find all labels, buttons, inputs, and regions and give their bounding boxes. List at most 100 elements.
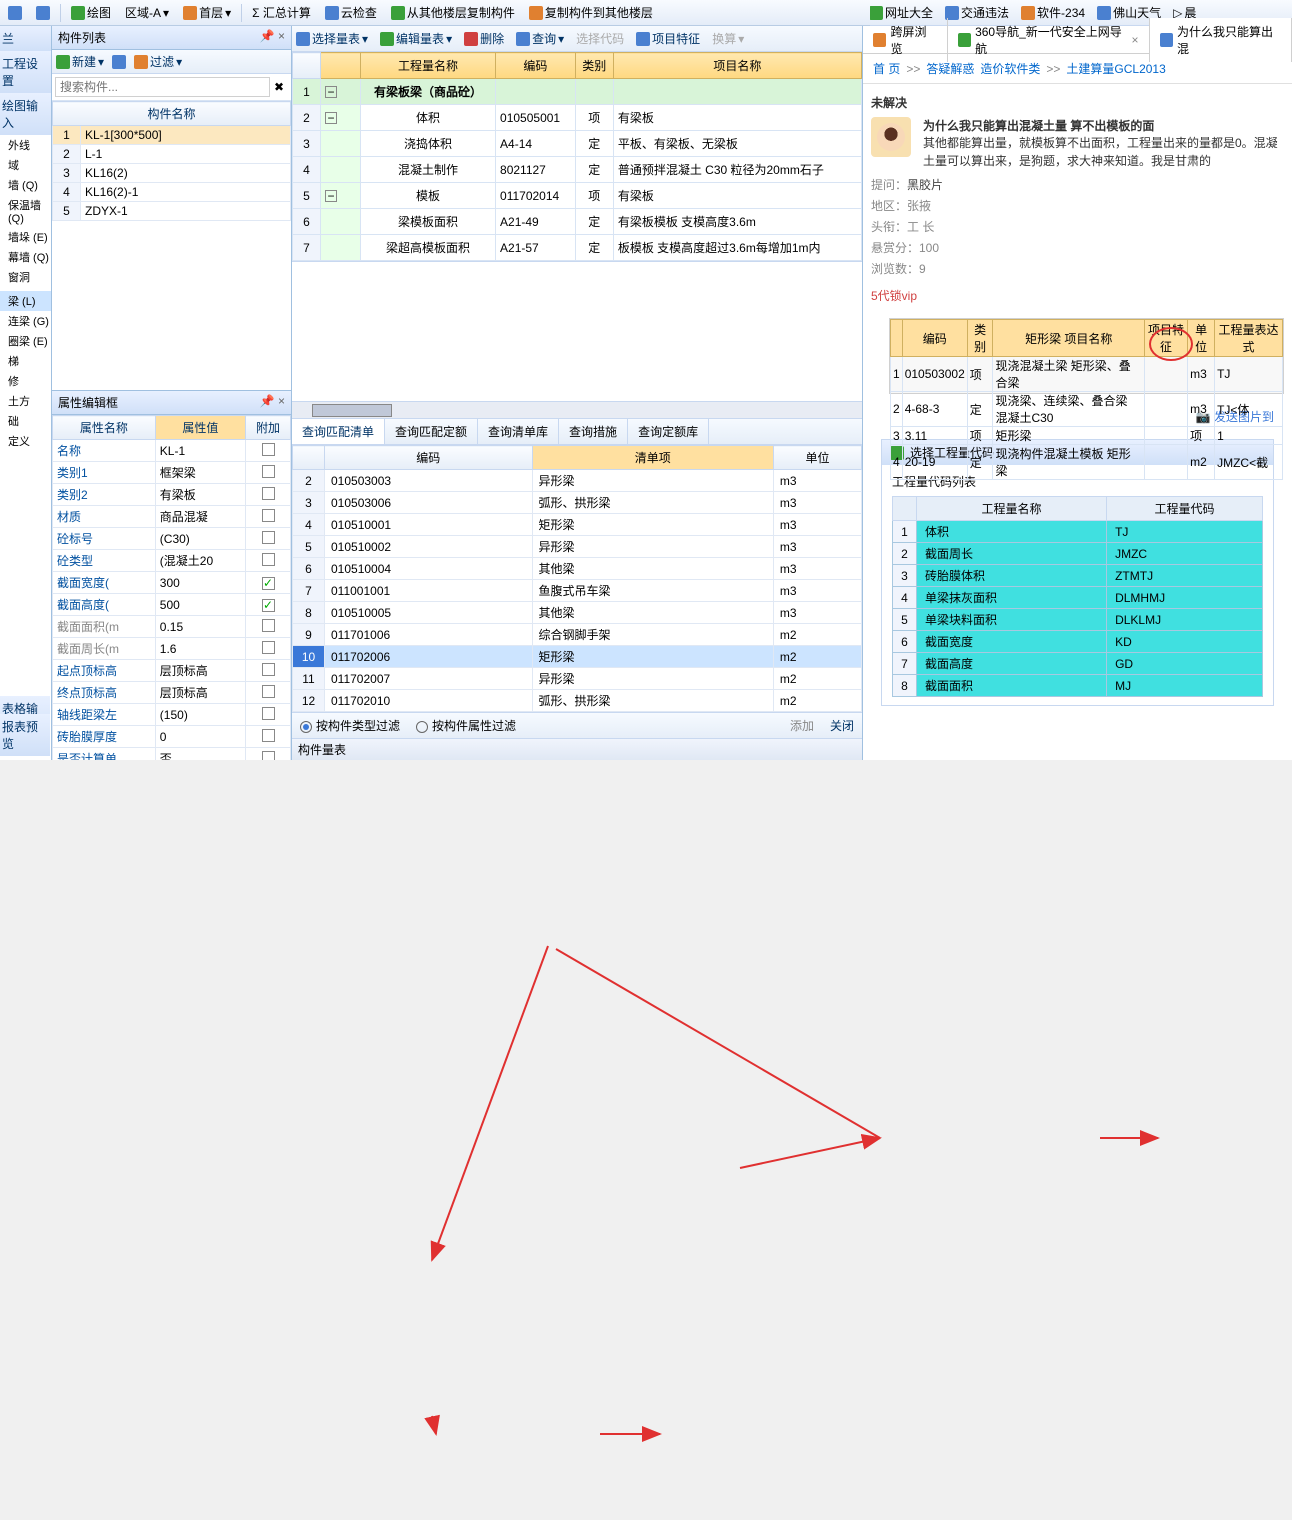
prop-value[interactable]: 0.15 (155, 616, 245, 638)
code-name[interactable]: 单梁块料面积 (917, 609, 1107, 631)
prop-value[interactable]: 框架梁 (155, 462, 245, 484)
prop-checkbox[interactable] (262, 577, 275, 590)
query-button[interactable]: 查询 ▾ (516, 30, 564, 47)
code-value[interactable]: JMZC (1107, 543, 1263, 565)
close-link[interactable]: 关闭 (830, 717, 854, 734)
collapse-icon[interactable]: − (325, 112, 337, 124)
code-value[interactable]: TJ (1107, 521, 1263, 543)
qty-code[interactable]: A4-14 (496, 131, 576, 157)
crumb-qa[interactable]: 答疑解惑 (926, 60, 974, 77)
qty-code[interactable]: 011702014 (496, 183, 576, 209)
tree-item[interactable]: 保温墙 (Q) (0, 195, 51, 227)
prop-checkbox[interactable] (262, 619, 275, 632)
qty-name[interactable]: 浇捣体积 (361, 131, 496, 157)
redo-button[interactable] (32, 4, 54, 22)
code-value[interactable]: ZTMTJ (1107, 565, 1263, 587)
delete-button[interactable]: 删除 (464, 30, 504, 47)
tab-quota-lib[interactable]: 查询定额库 (628, 419, 709, 444)
qty-name[interactable]: 梁模板面积 (361, 209, 496, 235)
pin-icon[interactable]: 📌 (260, 394, 275, 408)
add-link[interactable]: 添加 (790, 717, 814, 734)
code-name[interactable]: 截面宽度 (917, 631, 1107, 653)
filter-button[interactable]: 过滤 ▾ (134, 53, 182, 70)
status-tab[interactable]: 构件量表 (292, 738, 862, 760)
prop-checkbox[interactable] (262, 599, 275, 612)
code-name[interactable]: 砖胎膜体积 (917, 565, 1107, 587)
horizontal-scrollbar[interactable] (292, 401, 862, 418)
proj-feature-button[interactable]: 项目特征 (636, 30, 700, 47)
list-code[interactable]: 010510001 (325, 514, 533, 536)
copy-component-button[interactable] (112, 53, 126, 70)
prop-value[interactable]: (150) (155, 704, 245, 726)
sum-calc-button[interactable]: Σ 汇总计算 (248, 2, 315, 23)
qty-name[interactable]: 梁超高模板面积 (361, 235, 496, 261)
component-row[interactable]: L-1 (81, 145, 291, 164)
prop-value[interactable]: 层顶标高 (155, 660, 245, 682)
list-code[interactable]: 010503003 (325, 470, 533, 492)
prop-value[interactable]: 商品混凝 (155, 506, 245, 528)
tree-item[interactable]: 外线 (0, 135, 51, 155)
filter-by-type[interactable]: 按构件类型过滤 (300, 717, 400, 734)
tree-section-project[interactable]: 工程设置 (0, 51, 51, 93)
list-item[interactable]: 异形梁 (532, 536, 773, 558)
select-qty-button[interactable]: 选择量表 ▾ (296, 30, 368, 47)
prop-checkbox[interactable] (262, 553, 275, 566)
vip-link[interactable]: 5代锁vip (871, 283, 1284, 308)
close-icon[interactable]: × (278, 29, 285, 43)
tree-item[interactable]: 幕墙 (Q) (0, 247, 51, 267)
component-row[interactable]: ZDYX-1 (81, 202, 291, 221)
tree-item[interactable]: 土方 (0, 391, 51, 411)
tree-item[interactable]: 圈梁 (E) (0, 331, 51, 351)
list-item[interactable]: 矩形梁 (532, 646, 773, 668)
prop-value[interactable]: 300 (155, 572, 245, 594)
list-code[interactable]: 011702006 (325, 646, 533, 668)
prop-value[interactable]: (C30) (155, 528, 245, 550)
tree-item[interactable]: 域 (0, 155, 51, 175)
list-item[interactable]: 综合钢脚手架 (532, 624, 773, 646)
list-item[interactable]: 弧形、拱形梁 (532, 492, 773, 514)
qty-code[interactable]: A21-49 (496, 209, 576, 235)
list-code[interactable]: 010510002 (325, 536, 533, 558)
prop-value[interactable]: 有梁板 (155, 484, 245, 506)
floor-selector[interactable]: 首层 ▾ (179, 2, 235, 23)
tree-item[interactable]: 修 (0, 371, 51, 391)
zone-selector[interactable]: 区域-A ▾ (121, 2, 173, 23)
code-name[interactable]: 截面高度 (917, 653, 1107, 675)
prop-checkbox[interactable] (262, 685, 275, 698)
list-code[interactable]: 010503006 (325, 492, 533, 514)
prop-checkbox[interactable] (262, 707, 275, 720)
qty-name[interactable]: 体积 (361, 105, 496, 131)
prop-value[interactable]: KL-1 (155, 440, 245, 462)
component-row[interactable]: KL-1[300*500] (81, 126, 291, 145)
prop-value[interactable]: 否 (155, 748, 245, 761)
code-value[interactable]: DLKLMJ (1107, 609, 1263, 631)
close-icon[interactable]: × (278, 394, 285, 408)
component-row[interactable]: KL16(2)-1 (81, 183, 291, 202)
copy-to-button[interactable]: 复制构件到其他楼层 (525, 2, 657, 23)
prop-value[interactable]: (混凝土20 (155, 550, 245, 572)
code-name[interactable]: 截面面积 (917, 675, 1107, 697)
code-value[interactable]: KD (1107, 631, 1263, 653)
convert-button[interactable]: 换算 ▾ (712, 30, 744, 47)
prop-value[interactable]: 层顶标高 (155, 682, 245, 704)
crumb-home[interactable]: 首 页 (873, 60, 900, 77)
tree-section-draw[interactable]: 绘图输入 (0, 93, 51, 135)
tree-item[interactable]: 础 (0, 411, 51, 431)
code-value[interactable]: GD (1107, 653, 1263, 675)
list-item[interactable]: 异形梁 (532, 470, 773, 492)
qty-code[interactable]: A21-57 (496, 235, 576, 261)
tab-match-list[interactable]: 查询匹配清单 (292, 419, 385, 444)
tree-item[interactable]: 梯 (0, 351, 51, 371)
prop-checkbox[interactable] (262, 443, 275, 456)
prop-checkbox[interactable] (262, 641, 275, 654)
qty-name[interactable]: 模板 (361, 183, 496, 209)
collapse-icon[interactable]: − (325, 86, 337, 98)
tab-list-lib[interactable]: 查询清单库 (478, 419, 559, 444)
tree-item[interactable]: 窗洞 (0, 267, 51, 287)
search-input[interactable] (55, 77, 270, 97)
list-code[interactable]: 011702010 (325, 690, 533, 712)
list-item[interactable]: 其他梁 (532, 602, 773, 624)
code-name[interactable]: 单梁抹灰面积 (917, 587, 1107, 609)
crumb-software[interactable]: 造价软件类 (980, 60, 1040, 77)
prop-checkbox[interactable] (262, 487, 275, 500)
